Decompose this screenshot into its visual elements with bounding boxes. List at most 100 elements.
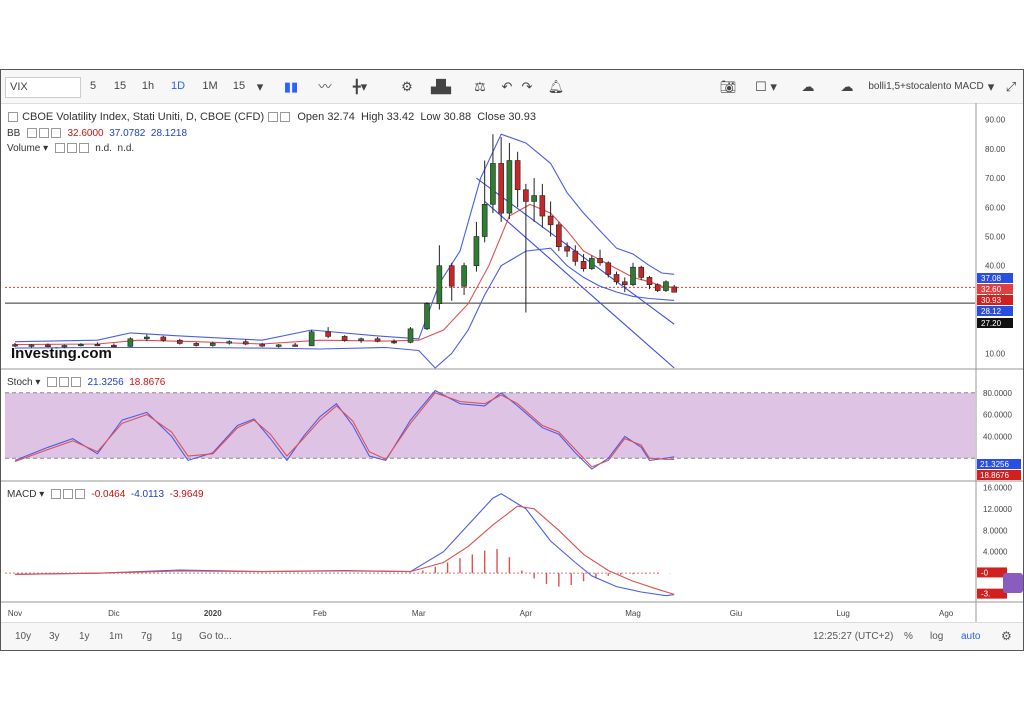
range-1m[interactable]: 1m	[109, 631, 123, 642]
close-icon[interactable]	[50, 128, 61, 139]
candle-body	[523, 189, 529, 202]
balance-icon[interactable]: ⚖	[469, 77, 491, 96]
candle-body	[242, 341, 249, 345]
interval-1h[interactable]: 1h	[139, 77, 157, 96]
auto-toggle[interactable]: auto	[961, 631, 980, 642]
collapse-icon[interactable]	[8, 112, 18, 123]
settings-icon[interactable]	[62, 489, 73, 500]
volume-legend: Volume ▾ n.d. n.d.	[7, 143, 135, 154]
eye-icon[interactable]	[54, 143, 65, 154]
alert-icon[interactable]: 🔔︎	[547, 77, 565, 96]
candle-body	[407, 328, 414, 343]
candle-body	[127, 338, 134, 347]
close-icon[interactable]	[74, 489, 85, 500]
camera-icon[interactable]: 📷︎	[717, 77, 739, 96]
time-tick-label: Dic	[108, 609, 120, 618]
settings-icon[interactable]	[38, 128, 49, 139]
goto-button[interactable]: Go to...	[199, 631, 232, 642]
candle-body	[514, 160, 521, 191]
chevron-down-icon[interactable]: ▾	[985, 77, 997, 96]
bb-legend: BB 32.6000 37.0782 28.1218	[7, 128, 187, 139]
candle-body	[473, 236, 480, 267]
close-value: 30.93	[508, 111, 536, 123]
bb-lower-value: 28.1218	[150, 128, 188, 139]
close-icon[interactable]	[78, 143, 89, 154]
macd-tick-label: 16.0000	[983, 483, 1012, 492]
candle-body	[556, 224, 562, 248]
candle-body	[45, 344, 51, 347]
percent-toggle[interactable]: %	[904, 631, 913, 642]
candle-body	[94, 344, 101, 347]
chevron-down-icon[interactable]: ▾	[254, 77, 266, 96]
settings-icon[interactable]	[58, 377, 69, 388]
widget-toggle-icon[interactable]	[1003, 573, 1023, 593]
gear-icon[interactable]: ⚙	[397, 77, 417, 96]
stoch-tick-label: 40.0000	[983, 432, 1012, 441]
settings-icon[interactable]	[66, 143, 77, 154]
time-tick-label: 2020	[204, 609, 222, 618]
time-tick-label: Giu	[730, 609, 742, 618]
interval-5[interactable]: 5	[85, 77, 101, 96]
candle-body	[78, 344, 84, 347]
undo-icon[interactable]: ↶	[499, 77, 515, 96]
volume-value: n.d.	[95, 143, 112, 154]
channel-trendline	[484, 200, 675, 369]
templates-icon[interactable]: ▟▙	[429, 77, 453, 96]
study-template-label[interactable]: bolli1,5+stocalento MACD	[867, 77, 985, 96]
eye-icon[interactable]	[50, 489, 61, 500]
bb-basis-value: 32.6000	[67, 128, 104, 139]
settings-icon[interactable]	[268, 112, 279, 123]
candle-body	[448, 265, 455, 287]
candle-body	[605, 262, 612, 275]
range-1g[interactable]: 1g	[171, 631, 182, 642]
stoch-tick-label: 80.0000	[983, 389, 1012, 398]
stoch-tick-label: 60.0000	[983, 411, 1012, 420]
range-1y[interactable]: 1y	[79, 631, 90, 642]
compare-icon[interactable]: 〰	[314, 77, 336, 96]
candle-body	[436, 265, 443, 305]
layout-icon[interactable]: ☐ ▾	[751, 77, 781, 96]
redo-icon[interactable]: ↷	[519, 77, 535, 96]
gear-icon[interactable]: ⚙	[1001, 629, 1012, 643]
chart-canvas[interactable]: 90.0080.0070.0060.0050.0040.0030.0020.00…	[1, 103, 1023, 623]
log-toggle[interactable]: log	[930, 631, 943, 642]
eye-icon[interactable]	[46, 377, 57, 388]
candle-body	[292, 344, 298, 347]
macd-hist-value: -0.0464	[91, 489, 126, 500]
macd-tick-label: 4.0000	[983, 548, 1008, 557]
bb-lower-line	[14, 247, 675, 369]
interval-1m[interactable]: 1M	[199, 77, 221, 96]
close-icon[interactable]	[70, 377, 81, 388]
fullscreen-icon[interactable]: ⤢	[1003, 77, 1019, 96]
cloud-upload-icon[interactable]: ☁	[833, 77, 861, 96]
candle-body	[654, 284, 661, 291]
stoch-label: Stoch	[7, 377, 33, 388]
price-tick-label: 10.00	[985, 349, 1006, 358]
eye-icon[interactable]	[26, 128, 37, 139]
interval-1d[interactable]: 1D	[167, 77, 189, 96]
candle-body	[572, 250, 579, 262]
price-tick-label: 80.00	[985, 145, 1006, 154]
candle-body	[597, 258, 603, 264]
main-legend: CBOE Volatility Index, Stati Uniti, D, C…	[7, 111, 536, 123]
macd-label: MACD	[7, 489, 37, 500]
range-10y[interactable]: 10y	[15, 631, 31, 642]
symbol-input[interactable]: VIX	[5, 77, 81, 98]
chart-window: VIX 5 15 1h 1D 1M 15 ▾ ▮▮ 〰 ╋▾ ⚙ ▟▙ ⚖ ↶ …	[0, 69, 1024, 651]
interval-15[interactable]: 15	[111, 77, 129, 96]
bb-basis-line	[14, 203, 675, 346]
candle-body	[424, 303, 430, 330]
eye-icon[interactable]	[280, 112, 291, 123]
range-7g[interactable]: 7g	[141, 631, 152, 642]
indicators-icon[interactable]: ╋▾	[346, 77, 374, 96]
candle-body	[481, 204, 488, 237]
interval-15-more[interactable]: 15	[229, 77, 249, 96]
legend-title: CBOE Volatility Index, Stati Uniti, D, C…	[22, 111, 265, 123]
cloud-download-icon[interactable]: ☁	[793, 77, 823, 96]
candles-icon[interactable]: ▮▮	[281, 77, 301, 96]
candle-body	[391, 341, 397, 344]
range-3y[interactable]: 3y	[49, 631, 60, 642]
macd-value: -4.0113	[130, 489, 165, 500]
stoch-d-value: 18.8676	[129, 377, 166, 388]
stoch-band	[5, 392, 975, 459]
